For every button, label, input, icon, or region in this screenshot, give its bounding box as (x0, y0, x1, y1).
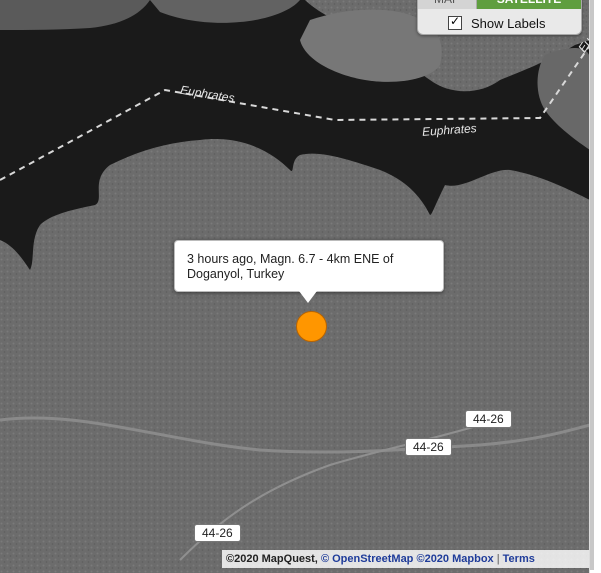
earthquake-circle-icon[interactable] (296, 311, 327, 342)
layer-toggle: MAP SATELLITE Show Labels (417, 0, 582, 35)
road-shield: 44-26 (465, 410, 512, 428)
map-attribution: ©2020 MapQuest, © OpenStreetMap ©2020 Ma… (222, 550, 589, 568)
openstreetmap-link[interactable]: OpenStreetMap (332, 553, 413, 565)
popup-pointer (299, 291, 317, 303)
show-labels-label: Show Labels (471, 15, 546, 31)
attribution-separator: | (496, 553, 500, 565)
popup-text: 3 hours ago, Magn. 6.7 - 4km ENE of Doga… (187, 252, 394, 281)
map-canvas[interactable]: Euphrates Euphrates Eu 44-26 44-26 44-26… (0, 0, 601, 573)
road-shield: 44-26 (194, 524, 241, 542)
copyright-symbol: © (320, 553, 330, 565)
road-shield: 44-26 (405, 438, 452, 456)
show-labels-toggle[interactable]: Show Labels (448, 14, 545, 32)
scrollbar-thumb[interactable] (590, 0, 594, 570)
show-labels-checkbox[interactable] (448, 14, 462, 30)
tab-satellite[interactable]: SATELLITE (477, 0, 581, 9)
mapbox-link[interactable]: ©2020 Mapbox (416, 553, 493, 565)
earthquake-popup: 3 hours ago, Magn. 6.7 - 4km ENE of Doga… (174, 240, 444, 292)
mapquest-copyright: ©2020 MapQuest, (226, 553, 318, 565)
terms-link[interactable]: Terms (503, 553, 535, 565)
tab-map[interactable]: MAP (418, 0, 477, 9)
